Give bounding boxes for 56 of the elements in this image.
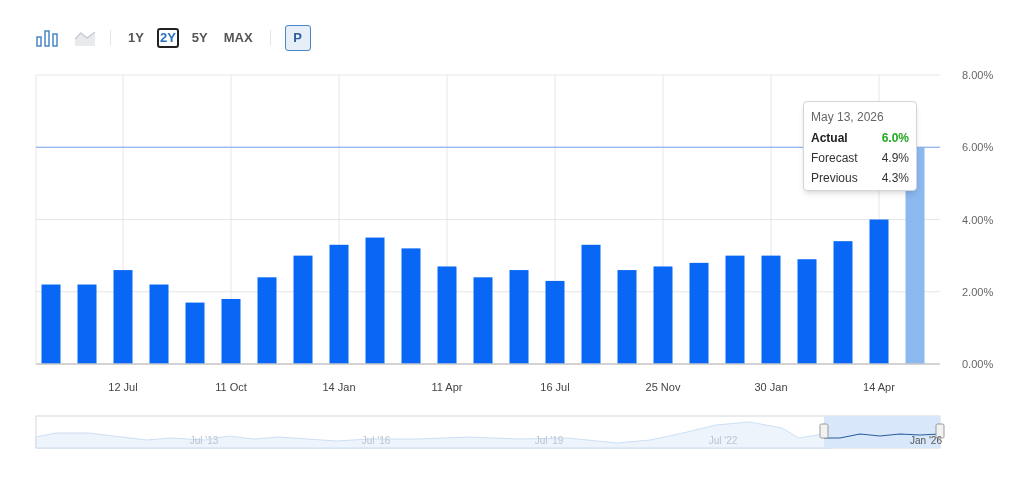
bar[interactable] bbox=[113, 270, 133, 364]
navigator-selection[interactable] bbox=[824, 416, 940, 448]
bar[interactable] bbox=[185, 302, 205, 364]
x-axis-label: 12 Jul bbox=[108, 381, 138, 393]
bar[interactable] bbox=[509, 270, 529, 364]
bar[interactable] bbox=[761, 255, 781, 364]
bar[interactable] bbox=[41, 284, 61, 364]
x-axis-label: 11 Oct bbox=[215, 381, 247, 393]
bar[interactable] bbox=[149, 284, 169, 364]
line-chart-icon[interactable] bbox=[74, 29, 96, 47]
range-button[interactable]: 2Y bbox=[156, 28, 179, 48]
x-axis-label: 16 Jul bbox=[540, 381, 570, 393]
bar[interactable] bbox=[221, 299, 241, 364]
bar[interactable] bbox=[437, 266, 457, 364]
bar[interactable] bbox=[77, 284, 97, 364]
navigator-label: Jul '19 bbox=[534, 435, 564, 446]
tooltip-value: 4.3% bbox=[881, 170, 909, 187]
range-button[interactable]: MAX bbox=[220, 28, 256, 48]
navigator-label: Jan '26 bbox=[910, 435, 942, 446]
bar[interactable] bbox=[725, 255, 745, 364]
bar[interactable] bbox=[617, 270, 637, 364]
y-axis-label: 0.00% bbox=[962, 358, 994, 370]
bar[interactable] bbox=[545, 280, 565, 364]
tooltip-label: Previous bbox=[811, 170, 858, 187]
range-button[interactable]: 1Y bbox=[125, 28, 147, 48]
tooltip-label: Actual bbox=[811, 130, 848, 147]
tooltip-label: Forecast bbox=[811, 150, 858, 167]
navigator-handle[interactable] bbox=[819, 423, 829, 439]
tooltip-value: 6.0% bbox=[881, 130, 909, 147]
bar[interactable] bbox=[689, 262, 709, 364]
bar[interactable] bbox=[869, 219, 889, 364]
bar[interactable] bbox=[365, 237, 385, 364]
bar[interactable] bbox=[833, 241, 853, 364]
bar[interactable] bbox=[293, 255, 313, 364]
x-axis-label: 14 Apr bbox=[863, 381, 895, 393]
bar[interactable] bbox=[581, 244, 601, 364]
y-axis-label: 8.00% bbox=[962, 69, 994, 81]
x-axis-label: 14 Jan bbox=[322, 381, 356, 393]
y-axis-label: 4.00% bbox=[962, 213, 994, 226]
tooltip-value: 4.9% bbox=[881, 150, 909, 167]
bar[interactable] bbox=[473, 277, 493, 364]
bar[interactable] bbox=[329, 244, 349, 364]
navigator-label: Jul '16 bbox=[361, 435, 391, 446]
x-axis-label: 11 Apr bbox=[431, 381, 463, 393]
bar[interactable] bbox=[401, 248, 421, 364]
y-axis-label: 6.00% bbox=[962, 141, 994, 154]
bar[interactable] bbox=[257, 277, 277, 364]
range-button[interactable]: 5Y bbox=[188, 28, 211, 48]
bar[interactable] bbox=[653, 266, 673, 364]
y-axis-label: 2.00% bbox=[962, 285, 994, 298]
x-axis-label: 30 Jan bbox=[754, 381, 788, 393]
tooltip-date: May 13, 2026 bbox=[811, 109, 885, 126]
bar-chart-icon[interactable] bbox=[36, 29, 58, 47]
preliminary-button[interactable]: P bbox=[284, 25, 311, 51]
bar[interactable] bbox=[797, 259, 817, 364]
x-axis-label: 25 Nov bbox=[645, 381, 681, 393]
